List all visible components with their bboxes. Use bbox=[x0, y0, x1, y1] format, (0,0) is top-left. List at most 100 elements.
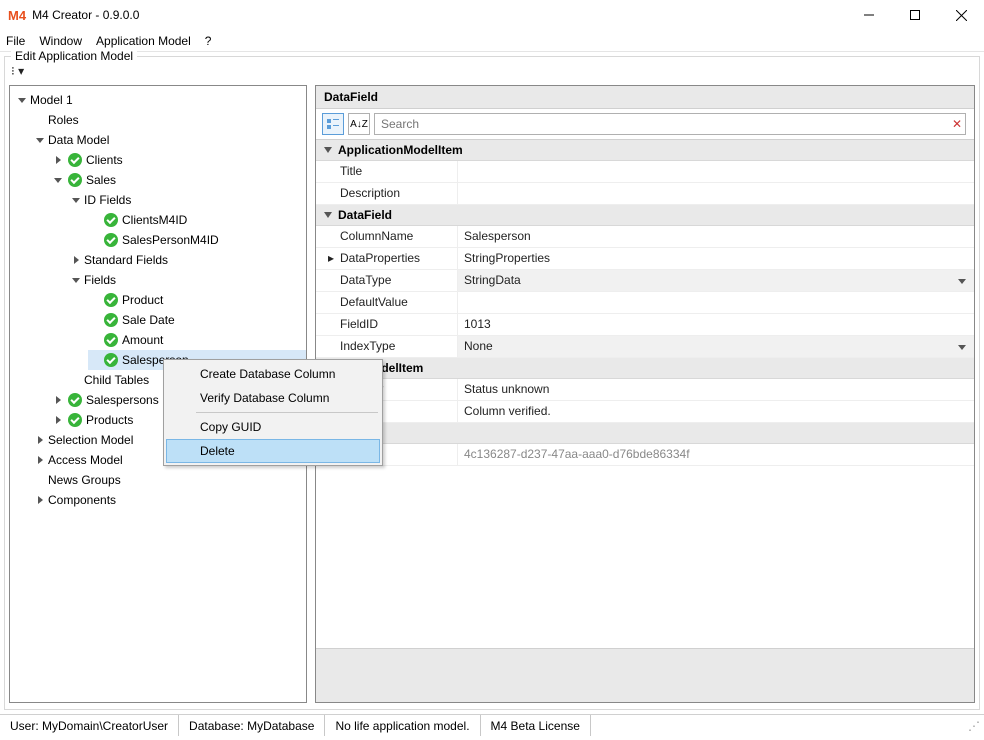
prop-key: ▸DataProperties bbox=[316, 248, 458, 269]
sub-toolbar[interactable]: ⁝ ▾ bbox=[9, 61, 975, 81]
ctx-create-database-column[interactable]: Create Database Column bbox=[166, 362, 380, 386]
prop-value[interactable]: Column verified. bbox=[458, 401, 974, 422]
tree-node[interactable]: Product bbox=[88, 290, 306, 310]
resize-grip-icon[interactable]: ⋰ bbox=[968, 719, 984, 733]
prop-row[interactable]: DataTypeStringData bbox=[316, 270, 974, 292]
check-icon bbox=[104, 233, 118, 247]
tree-node[interactable]: Model 1 bbox=[16, 90, 306, 110]
prop-category[interactable]: DataField bbox=[316, 205, 974, 226]
property-grid[interactable]: ApplicationModelItemTitleDescriptionData… bbox=[316, 140, 974, 648]
status-app-model: No life application model. bbox=[325, 715, 480, 736]
prop-category[interactable]: ect bbox=[316, 423, 974, 444]
check-icon bbox=[104, 353, 118, 367]
tree-node[interactable]: Sale Date bbox=[88, 310, 306, 330]
property-description bbox=[316, 648, 974, 702]
tree-label: Standard Fields bbox=[84, 250, 168, 270]
tree-node[interactable]: Clients bbox=[52, 150, 306, 170]
prop-value[interactable]: 1013 bbox=[458, 314, 974, 335]
status-database: Database: MyDatabase bbox=[179, 715, 325, 736]
tree-node[interactable]: Amount bbox=[88, 330, 306, 350]
menu-help[interactable]: ? bbox=[205, 34, 212, 48]
tree-node[interactable]: Sales bbox=[52, 170, 306, 190]
prop-row[interactable]: ColumnNameSalesperson bbox=[316, 226, 974, 248]
tree-node[interactable]: ID Fields bbox=[70, 190, 306, 210]
prop-key: DefaultValue bbox=[316, 292, 458, 313]
tree-node[interactable]: SalesPersonM4ID bbox=[88, 230, 306, 250]
ctx-delete[interactable]: Delete bbox=[166, 439, 380, 463]
alphabetical-button[interactable]: A↓Z bbox=[348, 113, 370, 135]
status-license: M4 Beta License bbox=[481, 715, 591, 736]
app-logo: M4 bbox=[8, 8, 26, 23]
prop-value[interactable]: None bbox=[458, 336, 974, 357]
prop-value[interactable]: Status unknown bbox=[458, 379, 974, 400]
menu-application-model[interactable]: Application Model bbox=[96, 34, 191, 48]
prop-value[interactable] bbox=[458, 161, 974, 182]
prop-value[interactable] bbox=[458, 292, 974, 313]
prop-row[interactable]: ▸DataPropertiesStringProperties bbox=[316, 248, 974, 270]
prop-row[interactable]: Title bbox=[316, 161, 974, 183]
tree-node[interactable]: ClientsM4ID bbox=[88, 210, 306, 230]
menu-bar: File Window Application Model ? bbox=[0, 30, 984, 52]
prop-category[interactable]: ApplicationModelItem bbox=[316, 140, 974, 161]
tree-node[interactable]: News Groups bbox=[34, 470, 306, 490]
tree-label: Fields bbox=[84, 270, 116, 290]
prop-key: Description bbox=[316, 183, 458, 204]
tree-label: Clients bbox=[86, 150, 123, 170]
window-title: M4 Creator - 0.9.0.0 bbox=[32, 8, 139, 22]
tree-label: Child Tables bbox=[84, 370, 149, 390]
check-icon bbox=[68, 153, 82, 167]
tree-node[interactable]: Components bbox=[34, 490, 306, 510]
prop-row[interactable]: Description bbox=[316, 183, 974, 205]
tree-label: Components bbox=[48, 490, 116, 510]
tree-label: Products bbox=[86, 410, 133, 430]
check-icon bbox=[104, 293, 118, 307]
tree-node[interactable]: Standard Fields bbox=[70, 250, 306, 270]
prop-row[interactable]: sMainColumn verified. bbox=[316, 401, 974, 423]
clear-search-icon[interactable]: ✕ bbox=[946, 113, 968, 135]
menu-file[interactable]: File bbox=[6, 34, 25, 48]
property-header: DataField bbox=[316, 86, 974, 109]
prop-key: DataType bbox=[316, 270, 458, 291]
menu-window[interactable]: Window bbox=[39, 34, 82, 48]
tree-label: Salespersons bbox=[86, 390, 159, 410]
edit-application-model-group: Edit Application Model ⁝ ▾ Model 1RolesD… bbox=[4, 56, 980, 710]
prop-value[interactable]: 4c136287-d237-47aa-aaa0-d76bde86334f bbox=[458, 444, 974, 465]
property-panel: DataField A↓Z ✕ ApplicationModelItemTitl… bbox=[315, 85, 975, 703]
prop-value[interactable]: Salesperson bbox=[458, 226, 974, 247]
tree-label: Product bbox=[122, 290, 163, 310]
status-user: User: MyDomain\CreatorUser bbox=[0, 715, 179, 736]
maximize-button[interactable] bbox=[892, 0, 938, 30]
window-controls bbox=[846, 0, 984, 30]
tree-node[interactable]: Data Model bbox=[34, 130, 306, 150]
tree-label: Access Model bbox=[48, 450, 123, 470]
minimize-button[interactable] bbox=[846, 0, 892, 30]
tree-label: Sale Date bbox=[122, 310, 175, 330]
close-button[interactable] bbox=[938, 0, 984, 30]
prop-row[interactable]: DefaultValue bbox=[316, 292, 974, 314]
prop-row[interactable]: 4c136287-d237-47aa-aaa0-d76bde86334f bbox=[316, 444, 974, 466]
prop-key: Title bbox=[316, 161, 458, 182]
tree-label: Model 1 bbox=[30, 90, 73, 110]
check-icon bbox=[68, 393, 82, 407]
categorized-button[interactable] bbox=[322, 113, 344, 135]
prop-row[interactable]: FieldID1013 bbox=[316, 314, 974, 336]
check-icon bbox=[68, 413, 82, 427]
check-icon bbox=[68, 173, 82, 187]
prop-row[interactable]: IndexTypeNone bbox=[316, 336, 974, 358]
tree-label: ID Fields bbox=[84, 190, 131, 210]
tree-node[interactable]: Fields bbox=[70, 270, 306, 290]
ctx-copy-guid[interactable]: Copy GUID bbox=[166, 415, 380, 439]
title-bar: M4 M4 Creator - 0.9.0.0 bbox=[0, 0, 984, 30]
prop-category[interactable]: DataModelItem bbox=[316, 358, 974, 379]
group-label: Edit Application Model bbox=[11, 49, 137, 63]
prop-row[interactable]: sHistoryStatus unknown bbox=[316, 379, 974, 401]
tree-label: Amount bbox=[122, 330, 163, 350]
search-input[interactable] bbox=[374, 113, 966, 135]
status-bar: User: MyDomain\CreatorUser Database: MyD… bbox=[0, 714, 984, 736]
tree-node[interactable]: Roles bbox=[34, 110, 306, 130]
prop-value[interactable]: StringData bbox=[458, 270, 974, 291]
tree-label: ClientsM4ID bbox=[122, 210, 187, 230]
prop-value[interactable] bbox=[458, 183, 974, 204]
ctx-verify-database-column[interactable]: Verify Database Column bbox=[166, 386, 380, 410]
prop-value[interactable]: StringProperties bbox=[458, 248, 974, 269]
